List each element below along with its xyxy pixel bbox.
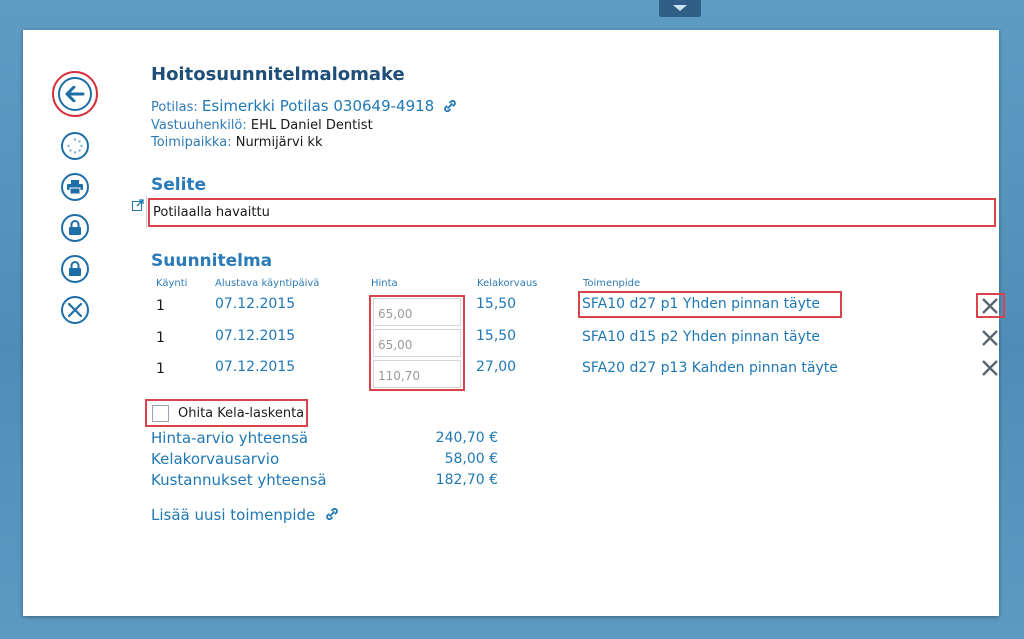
- row-2-price-input[interactable]: 65,00: [373, 329, 461, 357]
- print-icon: [67, 180, 83, 194]
- external-link-icon: [132, 199, 144, 211]
- row-3-procedure[interactable]: SFA20 d27 p13 Kahden pinnan täyte: [582, 360, 838, 376]
- col-kela: Kelakorvaus: [477, 278, 538, 289]
- responsible-label: Vastuuhenkilö:: [151, 118, 247, 133]
- close-icon: [982, 360, 998, 376]
- close-icon: [982, 330, 998, 346]
- responsible-row: Vastuuhenkilö: EHL Daniel Dentist: [151, 118, 373, 133]
- skip-kela-toggle[interactable]: Ohita Kela-laskenta: [145, 399, 308, 427]
- row-3-kela: 27,00: [476, 359, 517, 375]
- lock-icon: [69, 220, 81, 235]
- patient-link[interactable]: Esimerkki Potilas 030649-4918: [202, 97, 434, 115]
- link-icon: [324, 507, 340, 525]
- refresh-button[interactable]: [61, 132, 89, 160]
- add-procedure-link[interactable]: Lisää uusi toimenpide: [151, 506, 340, 525]
- row-3-date[interactable]: 07.12.2015: [215, 359, 295, 375]
- responsible-value: EHL Daniel Dentist: [250, 118, 373, 133]
- patient-label: Potilas:: [151, 100, 198, 115]
- close-button[interactable]: [61, 296, 89, 324]
- row-3-visit: 1: [156, 361, 165, 377]
- lock-icon: [69, 261, 81, 276]
- row-1-visit: 1: [156, 298, 165, 314]
- selite-input[interactable]: Potilaalla havaittu: [148, 198, 996, 227]
- close-circle-icon: [68, 303, 82, 317]
- row-1-price-input[interactable]: 65,00: [373, 298, 461, 326]
- link-icon[interactable]: [442, 99, 458, 117]
- location-label: Toimipaikka:: [151, 135, 232, 150]
- col-price: Hinta: [371, 278, 398, 289]
- row-2-kela: 15,50: [476, 328, 517, 344]
- row-2-procedure[interactable]: SFA10 d15 p2 Yhden pinnan täyte: [582, 329, 820, 345]
- patient-row: Potilas: Esimerkki Potilas 030649-4918: [151, 97, 458, 117]
- row-2-visit: 1: [156, 330, 165, 346]
- plan-heading: Suunnitelma: [151, 251, 273, 271]
- collapse-toggle-tab[interactable]: [659, 0, 701, 17]
- col-date: Alustava käyntipäivä: [215, 278, 320, 289]
- back-arrow-icon: [58, 77, 92, 111]
- expand-button[interactable]: [130, 196, 147, 228]
- row-2-delete-button[interactable]: [980, 328, 1000, 348]
- selite-heading: Selite: [151, 175, 207, 195]
- cost-value: 182,70 €: [435, 472, 498, 488]
- row-3-delete-button[interactable]: [980, 358, 1000, 378]
- lock-button-2[interactable]: [61, 255, 89, 283]
- location-row: Toimipaikka: Nurmijärvi kk: [151, 135, 323, 150]
- kela-estimate-value: 58,00 €: [444, 451, 498, 467]
- form-sheet: Hoitosuunnitelmalomake Potilas: Esimerkk…: [23, 30, 1005, 616]
- row-3-price-input[interactable]: 110,70: [373, 360, 461, 388]
- skip-kela-checkbox[interactable]: [152, 405, 169, 422]
- location-value: Nurmijärvi kk: [235, 135, 323, 150]
- page-title: Hoitosuunnitelmalomake: [151, 64, 405, 85]
- loading-spinner-icon: [67, 138, 83, 154]
- close-icon: [982, 298, 998, 314]
- price-column-highlight: 65,00 65,00 110,70: [369, 295, 465, 391]
- col-visit: Käynti: [156, 278, 188, 289]
- procedure-highlight: [578, 291, 842, 318]
- print-button[interactable]: [61, 173, 89, 201]
- kela-estimate-label: Kelakorvausarvio: [151, 450, 280, 468]
- col-procedure: Toimenpide: [583, 278, 641, 289]
- row-2-date[interactable]: 07.12.2015: [215, 328, 295, 344]
- back-button[interactable]: [52, 71, 98, 117]
- row-1-date[interactable]: 07.12.2015: [215, 296, 295, 312]
- skip-kela-label: Ohita Kela-laskenta: [178, 406, 305, 421]
- total-value: 240,70 €: [435, 430, 498, 446]
- row-1-delete-button[interactable]: [980, 296, 1000, 316]
- total-label: Hinta-arvio yhteensä: [151, 429, 309, 447]
- add-procedure-label: Lisää uusi toimenpide: [151, 506, 316, 524]
- row-1-kela: 15,50: [476, 296, 517, 312]
- cost-label: Kustannukset yhteensä: [151, 471, 327, 489]
- lock-button[interactable]: [61, 214, 89, 242]
